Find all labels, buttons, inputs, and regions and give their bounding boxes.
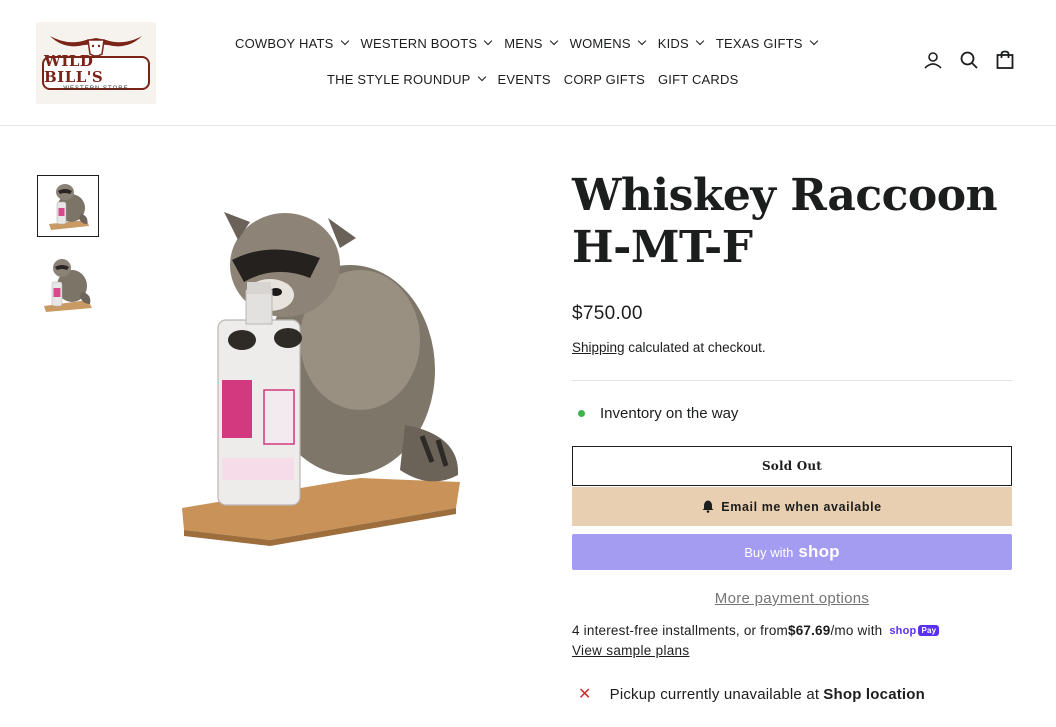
nav-item-events[interactable]: EVENTS <box>498 72 551 87</box>
sold-out-button[interactable]: Sold Out <box>572 446 1012 486</box>
email-when-available-button[interactable]: Email me when available <box>572 487 1012 526</box>
nav-item-style-roundup[interactable]: THE STYLE ROUNDUP <box>327 71 486 87</box>
nav-item-corp-gifts[interactable]: CORP GIFTS <box>564 72 645 87</box>
nav-item-label: MENS <box>504 35 543 51</box>
chevron-down-icon <box>340 36 349 46</box>
chevron-down-icon <box>637 36 646 46</box>
nav-item-texas-gifts[interactable]: TEXAS GIFTS <box>715 35 818 51</box>
chevron-down-icon <box>477 72 486 82</box>
shipping-text: calculated at checkout. <box>624 340 766 355</box>
buy-with-label: Buy with <box>744 544 794 560</box>
status-dot-icon <box>578 410 585 417</box>
nav-item-label: GIFT CARDS <box>657 71 739 87</box>
product-price: $750.00 <box>572 303 643 324</box>
installments-note: 4 interest-free installments, or from $6… <box>572 623 940 638</box>
product-thumbnail[interactable] <box>37 253 99 315</box>
nav-item-kids[interactable]: KIDS <box>657 35 705 51</box>
chevron-down-icon <box>549 36 558 46</box>
search-icon[interactable] <box>958 49 980 71</box>
pickup-text: Pickup currently unavailable at <box>609 685 820 703</box>
chevron-down-icon <box>695 36 705 46</box>
more-payment-options-link[interactable]: More payment options <box>572 590 1012 607</box>
email-button-label: Email me when available <box>721 499 882 514</box>
main-nav-row-1: COWBOY HATS WESTERN BOOTS MENS WOMENS KI… <box>235 34 830 52</box>
installments-amount: $67.69 <box>787 623 831 638</box>
installments-prefix: 4 interest-free installments, or from <box>572 623 788 638</box>
product-thumbnail[interactable] <box>37 175 99 237</box>
pickup-availability: ✕ Pickup currently unavailable at Shop l… <box>578 684 925 704</box>
nav-item-gift-cards[interactable]: GIFT CARDS <box>658 72 739 87</box>
site-header: WILD BILL'S WESTERN STORE COWBOY HATS WE… <box>0 0 1056 126</box>
pickup-location: Shop location <box>823 685 926 703</box>
chevron-down-icon <box>483 36 493 46</box>
header-icons <box>922 49 1030 71</box>
nav-item-label: KIDS <box>657 35 689 51</box>
nav-item-mens[interactable]: MENS <box>504 35 558 51</box>
product-main-image[interactable] <box>160 190 480 555</box>
divider <box>572 380 1012 381</box>
main-nav-row-2: THE STYLE ROUNDUP EVENTS CORP GIFTS GIFT… <box>327 70 751 88</box>
shop-pay-logo-icon: shop Pay <box>889 624 940 637</box>
nav-item-label: EVENTS <box>497 71 551 87</box>
inventory-status: Inventory on the way <box>578 405 738 422</box>
close-icon: ✕ <box>578 686 592 703</box>
product-title: Whiskey Raccoon H-MT-F <box>572 170 998 273</box>
shop-pay-pay: Pay <box>918 625 940 636</box>
shop-pay-brand: shop <box>889 624 917 637</box>
nav-item-western-boots[interactable]: WESTERN BOOTS <box>360 35 493 51</box>
store-logo[interactable]: WILD BILL'S WESTERN STORE <box>36 22 156 104</box>
logo-subtitle: WESTERN STORE <box>63 86 129 92</box>
nav-item-label: COWBOY HATS <box>235 35 334 51</box>
shop-logo-text: shop <box>798 542 840 561</box>
raccoon-thumbnail-image <box>49 184 89 230</box>
raccoon-thumbnail-image <box>44 259 92 312</box>
account-icon[interactable] <box>922 49 944 71</box>
shipping-note: Shipping calculated at checkout. <box>572 340 766 355</box>
nav-item-label: TEXAS GIFTS <box>715 35 803 51</box>
nav-item-label: WOMENS <box>569 35 631 51</box>
shipping-link[interactable]: Shipping <box>572 340 625 355</box>
nav-item-label: WESTERN BOOTS <box>360 35 478 51</box>
nav-item-womens[interactable]: WOMENS <box>569 35 646 51</box>
inventory-status-text: Inventory on the way <box>600 405 739 422</box>
chevron-down-icon <box>809 36 818 46</box>
logo-title: WILD BILL'S <box>44 52 104 86</box>
sold-out-label: Sold Out <box>761 459 823 473</box>
nav-item-cowboy-hats[interactable]: COWBOY HATS <box>235 35 349 51</box>
installments-suffix: /mo with <box>830 623 883 638</box>
raccoon-product-image <box>182 212 460 546</box>
bell-icon <box>702 500 714 513</box>
view-sample-plans-link[interactable]: View sample plans <box>572 643 689 658</box>
nav-item-label: CORP GIFTS <box>563 71 645 87</box>
buy-with-shop-button[interactable]: Buy with shop <box>572 534 1012 570</box>
logo-wordmark: WILD BILL'S WESTERN STORE <box>42 52 150 92</box>
nav-item-label: THE STYLE ROUNDUP <box>327 71 471 87</box>
cart-icon[interactable] <box>994 49 1016 71</box>
